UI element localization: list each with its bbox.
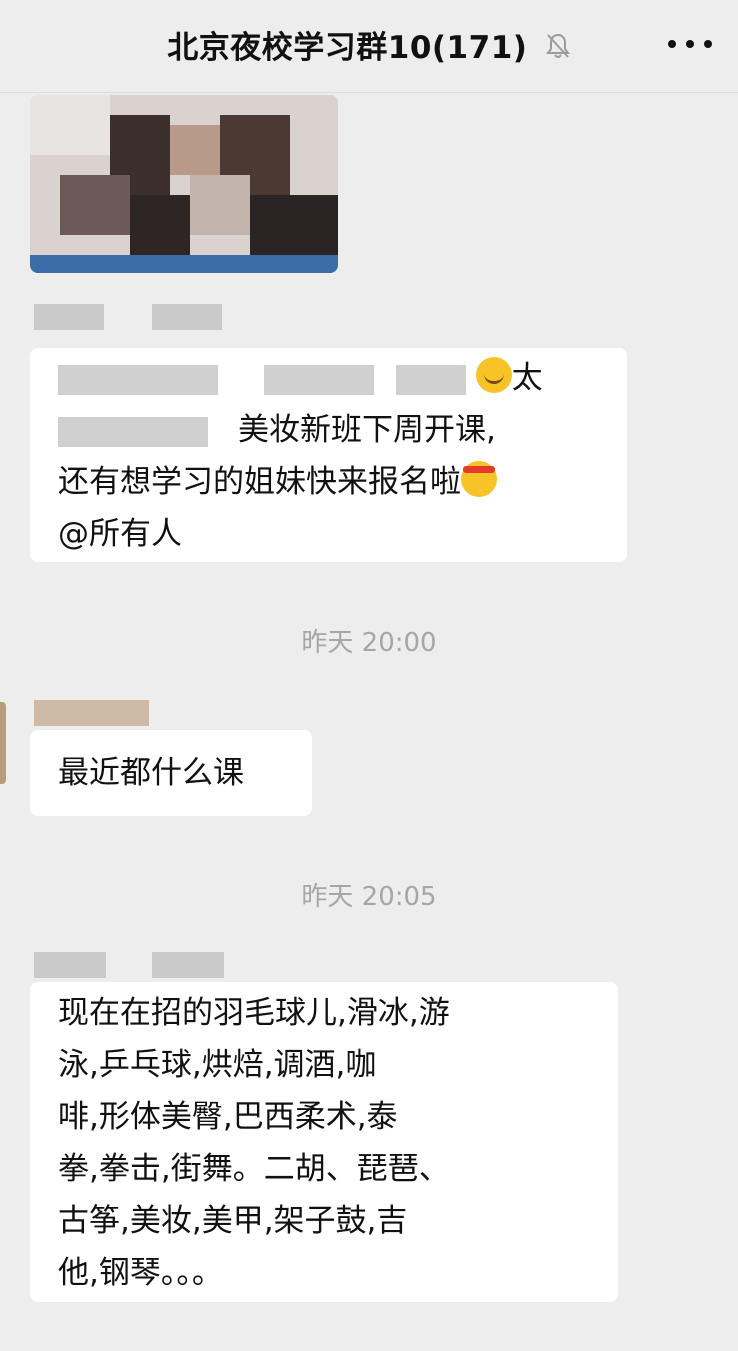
message-line: 还有想学习的姐妹快来报名啦 — [58, 456, 627, 508]
bell-off-icon — [545, 32, 571, 68]
message-line: 太 — [58, 352, 627, 404]
mention-all: @所有人 — [58, 516, 182, 552]
chat-title-row: 北京夜校学习群10(171) — [0, 22, 738, 68]
more-dots-icon[interactable] — [668, 26, 712, 62]
message-bubble-course-list[interactable]: 现在在招的羽毛球儿,滑冰,游 泳,乒乓球,烘焙,调酒,咖 啡,形体美臀,巴西柔术… — [30, 982, 618, 1302]
message-line: 他,钢琴。。。 — [58, 1255, 223, 1291]
message-line: 现在在招的羽毛球儿,滑冰,游 — [58, 995, 450, 1031]
message-bubble-announcement[interactable]: 太 美妆新班下周开课, 还有想学习的姐妹快来报名啦 @所有人 — [30, 348, 627, 562]
message-line: 泳,乒乓球,烘焙,调酒,咖 — [58, 1047, 377, 1083]
message-line: 古筝,美妆,美甲,架子鼓,吉 — [58, 1203, 408, 1239]
chat-header: 北京夜校学习群10(171) — [0, 0, 738, 93]
headband-emoji-icon — [461, 461, 497, 497]
chat-title[interactable]: 北京夜校学习群10(171) — [167, 30, 527, 66]
smile-emoji-icon — [475, 357, 512, 393]
avatar[interactable] — [0, 702, 6, 784]
message-line: 拳,拳击,街舞。二胡、琵琶、 — [58, 1151, 450, 1187]
image-message[interactable] — [30, 95, 338, 273]
message-line: 美妆新班下周开课, — [58, 404, 627, 456]
message-bubble-question[interactable]: 最近都什么课 — [30, 730, 312, 816]
timestamp: 昨天 20:05 — [301, 882, 437, 912]
sender-name-blurred — [34, 304, 234, 330]
sender-name-blurred — [34, 700, 154, 726]
message-line: 啡,形体美臀,巴西柔术,泰 — [58, 1099, 398, 1135]
timestamp: 昨天 20:00 — [301, 628, 437, 658]
sender-name-blurred — [34, 952, 234, 978]
